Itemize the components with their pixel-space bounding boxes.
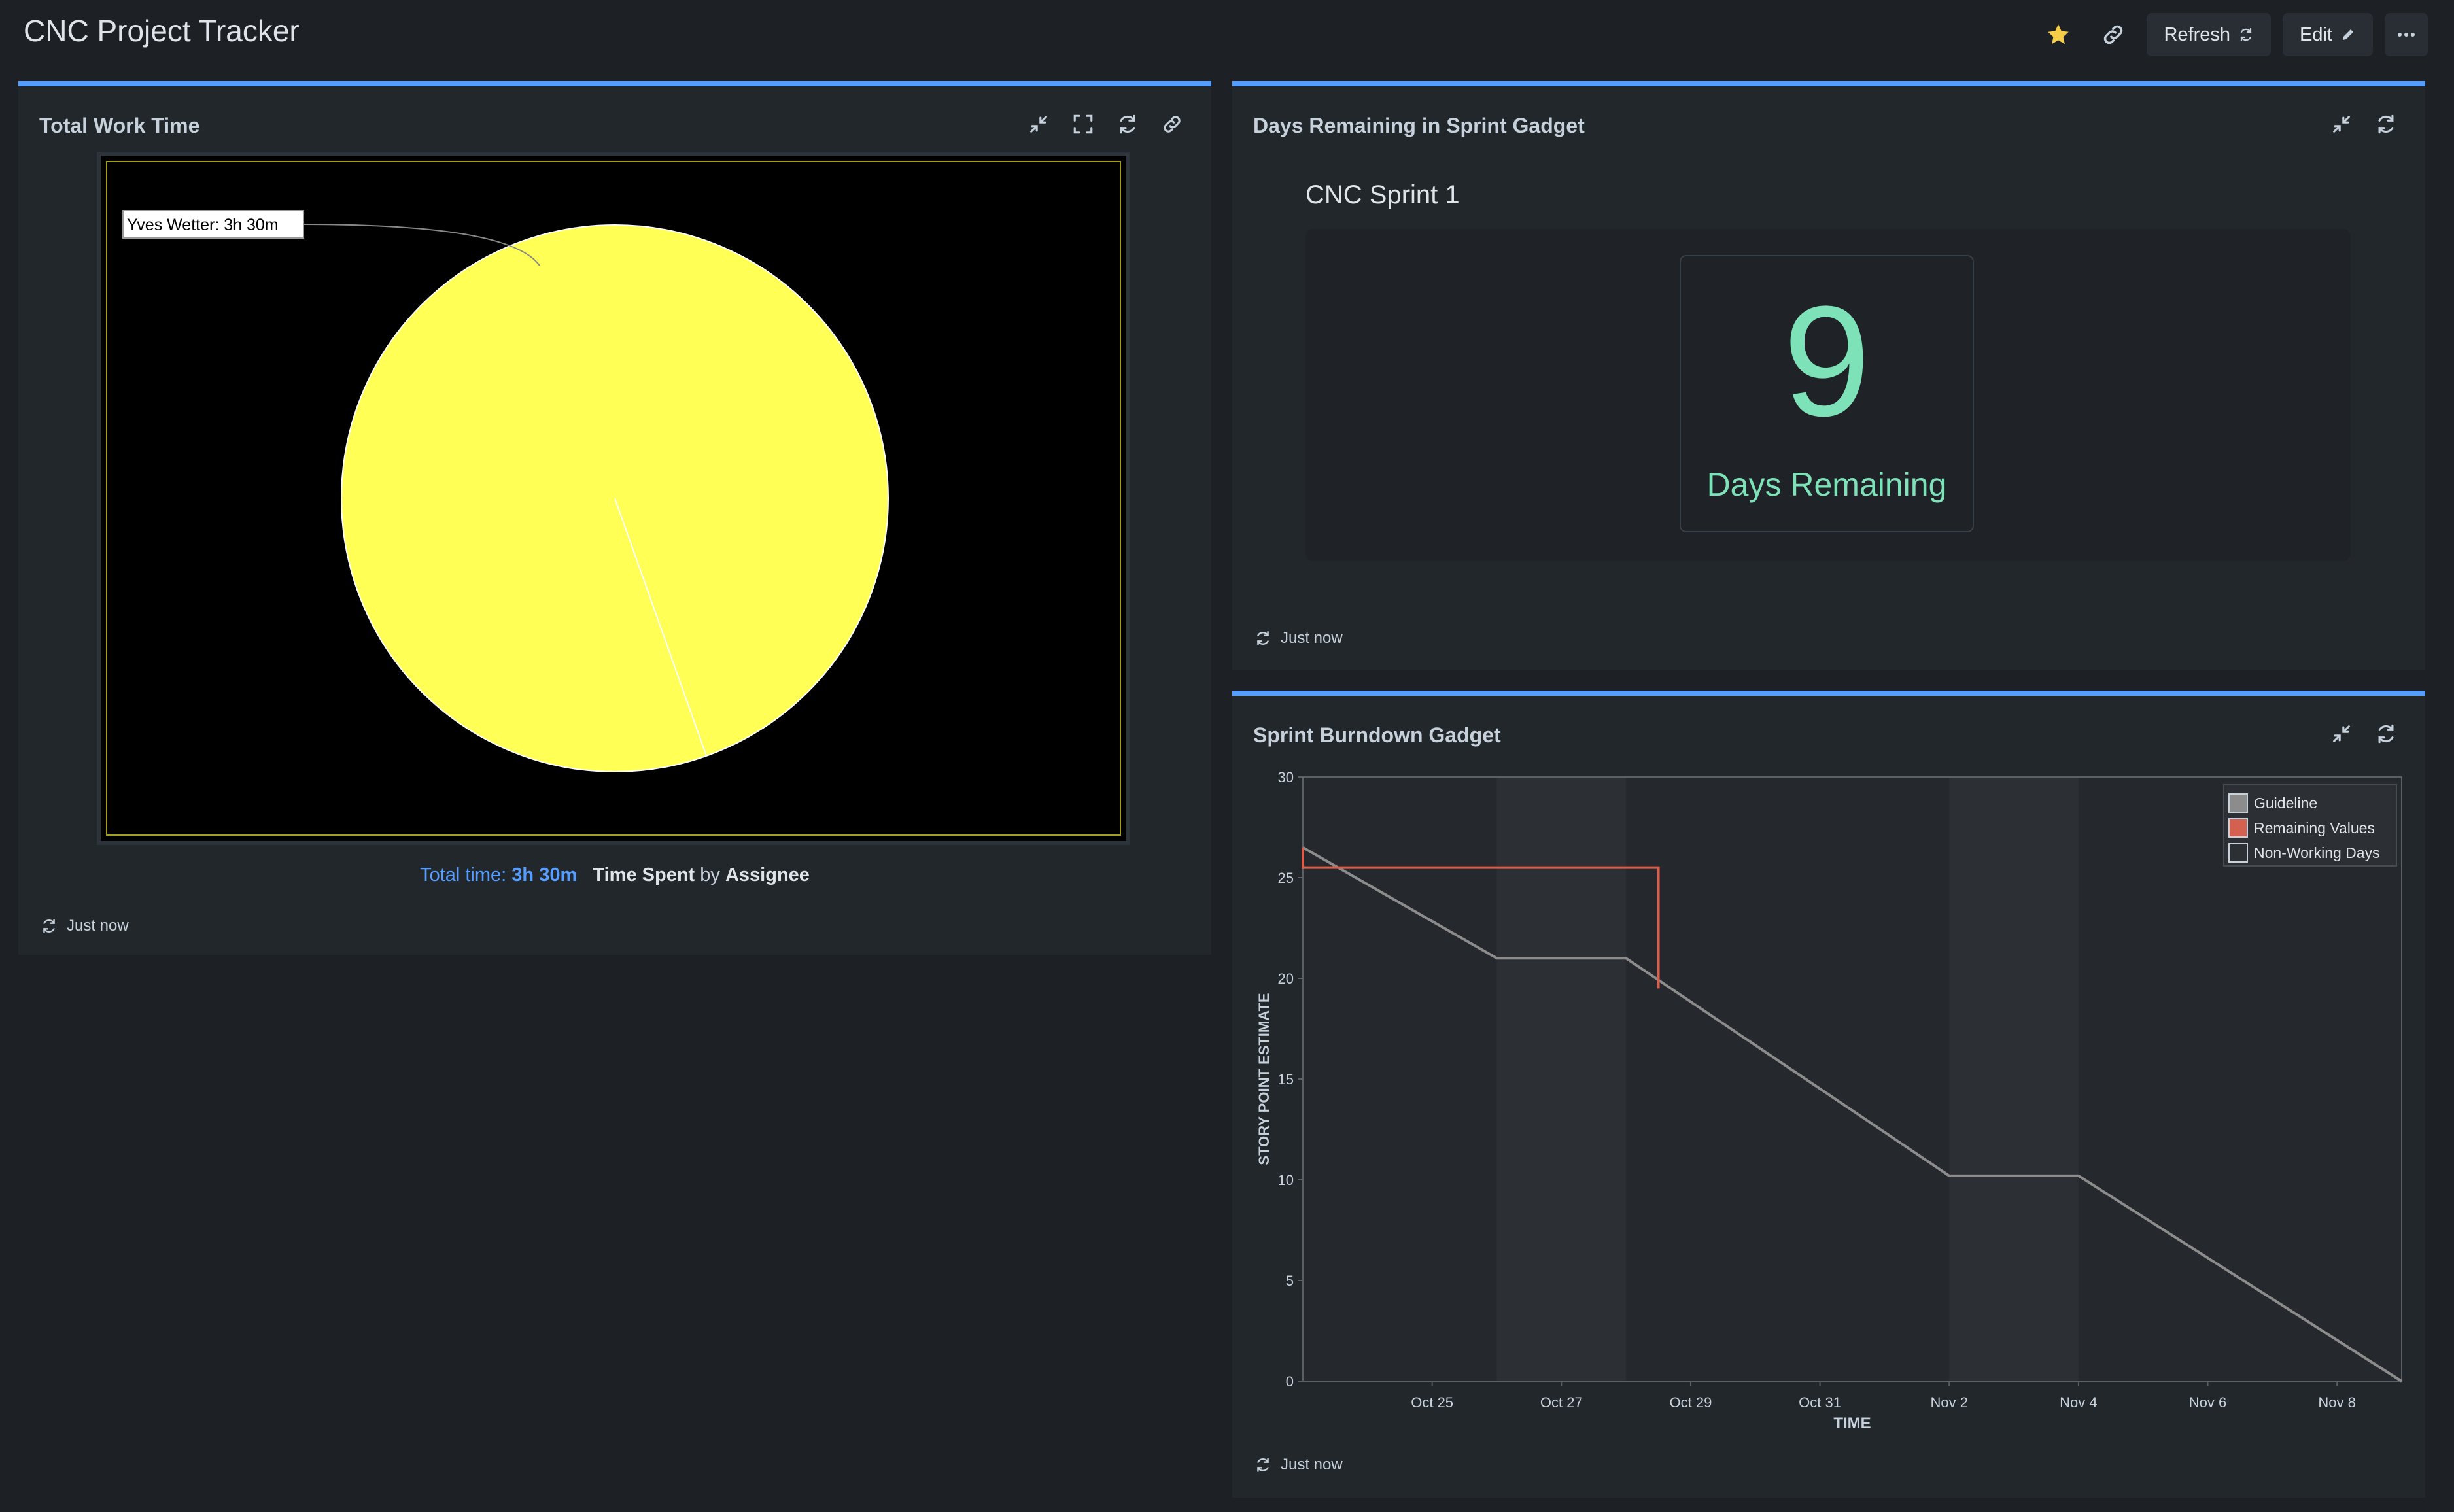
days-label: Days Remaining: [1706, 466, 1947, 503]
by-label: by: [700, 865, 720, 885]
more-button[interactable]: [2385, 13, 2428, 56]
days-remaining-gadget: Days Remaining in Sprint Gadget CNC Spri…: [1232, 81, 2425, 670]
refresh-icon[interactable]: [1254, 630, 1271, 647]
minimize-icon[interactable]: [2328, 721, 2355, 747]
legend-label: Guideline: [2254, 795, 2317, 812]
legend-swatch: [2228, 818, 2248, 838]
gadget-footer: Just now: [41, 917, 129, 935]
gadget-title: Days Remaining in Sprint Gadget: [1253, 114, 1585, 137]
link-icon[interactable]: [2092, 13, 2135, 56]
fullscreen-icon[interactable]: [1070, 111, 1096, 137]
non-working-band: [1949, 777, 2079, 1381]
last-updated: Just now: [67, 917, 129, 935]
days-count: 9: [1783, 273, 1871, 449]
y-tick-label: 15: [1278, 1071, 1294, 1088]
gadget-tools: [2328, 721, 2399, 747]
pie-slice-label: Yves Wetter: 3h 30m: [127, 216, 279, 234]
x-axis-label: TIME: [1833, 1415, 1871, 1432]
x-tick-label: Nov 2: [1930, 1394, 1967, 1411]
refresh-icon[interactable]: [41, 918, 58, 935]
x-tick-label: Nov 8: [2318, 1394, 2355, 1411]
x-tick-label: Nov 4: [2060, 1394, 2097, 1411]
pie-chart-frame: Yves Wetter: 3h 30m: [97, 152, 1130, 845]
x-tick-label: Oct 29: [1670, 1394, 1712, 1411]
gadget-title: Total Work Time: [39, 114, 200, 137]
gadget-tools: [2328, 111, 2399, 137]
pencil-icon: [2343, 29, 2353, 40]
minimize-icon[interactable]: [2328, 111, 2355, 137]
burndown-chart: 0 5 10 15 20 25 30 Oct 25 Oct 27 Oct 29 Oct 31 Nov …: [1256, 769, 2403, 1432]
refresh-icon[interactable]: [2373, 721, 2399, 747]
refresh-button[interactable]: Refresh: [2147, 13, 2272, 56]
refresh-icon[interactable]: [1115, 111, 1141, 137]
gadget-title: Sprint Burndown Gadget: [1253, 723, 1501, 747]
days-card: 9 Days Remaining: [1680, 255, 1974, 532]
refresh-icon[interactable]: [2373, 111, 2399, 137]
metric-label: Time Spent: [593, 865, 695, 885]
x-tick-label: Oct 31: [1799, 1394, 1841, 1411]
days-panel: 9 Days Remaining: [1305, 229, 2351, 561]
y-tick-label: 5: [1286, 1273, 1294, 1289]
pie-chart: Yves Wetter: 3h 30m: [122, 210, 889, 772]
y-tick-label: 25: [1278, 870, 1294, 886]
gadget-footer: Just now: [1254, 629, 1343, 647]
edit-button[interactable]: Edit: [2283, 13, 2373, 56]
legend-swatch: [2228, 793, 2248, 813]
last-updated: Just now: [1281, 629, 1343, 647]
group-label: Assignee: [725, 865, 810, 885]
legend-swatch: [2228, 843, 2248, 863]
y-tick-label: 20: [1278, 971, 1294, 987]
gadget-footer: Just now: [1254, 1456, 1343, 1474]
last-updated: Just now: [1281, 1456, 1343, 1473]
x-tick-label: Oct 27: [1540, 1394, 1583, 1411]
y-tick-label: 10: [1278, 1172, 1294, 1188]
refresh-icon: [2240, 27, 2252, 42]
x-tick-label: Nov 6: [2189, 1394, 2226, 1411]
x-tick-label: Oct 25: [1411, 1394, 1453, 1411]
sprint-name: CNC Sprint 1: [1305, 180, 1460, 209]
y-tick-label: 0: [1286, 1373, 1294, 1390]
page-title: CNC Project Tracker: [24, 14, 300, 48]
y-axis-label: STORY POINT ESTIMATE: [1256, 993, 1272, 1165]
minimize-icon[interactable]: [1026, 111, 1052, 137]
sprint-burndown-gadget: Sprint Burndown Gadget 0 5 10 15 20 25 30 Oct 2…: [1232, 691, 2425, 1498]
y-tick-label: 30: [1278, 769, 1294, 785]
total-time-prefix: Total time:: [420, 865, 507, 885]
refresh-label: Refresh: [2164, 24, 2231, 45]
link-icon[interactable]: [1159, 111, 1185, 137]
edit-label: Edit: [2300, 24, 2332, 45]
top-bar: CNC Project Tracker Refresh Edit: [0, 0, 2454, 72]
more-icon: [2398, 33, 2415, 37]
refresh-icon[interactable]: [1254, 1456, 1271, 1473]
star-icon[interactable]: [2037, 13, 2080, 56]
legend-label: Non-Working Days: [2254, 844, 2380, 861]
pie-caption: Total time: 3h 30m Time Spent by Assigne…: [18, 865, 1211, 886]
top-actions: Refresh Edit: [2037, 13, 2428, 56]
legend-label: Remaining Values: [2254, 819, 2375, 836]
gadget-tools: [1026, 111, 1185, 137]
total-work-time-gadget: Total Work Time Yves Wetter: 3h 30m Tota…: [18, 81, 1211, 955]
total-time-value: 3h 30m: [511, 865, 578, 885]
